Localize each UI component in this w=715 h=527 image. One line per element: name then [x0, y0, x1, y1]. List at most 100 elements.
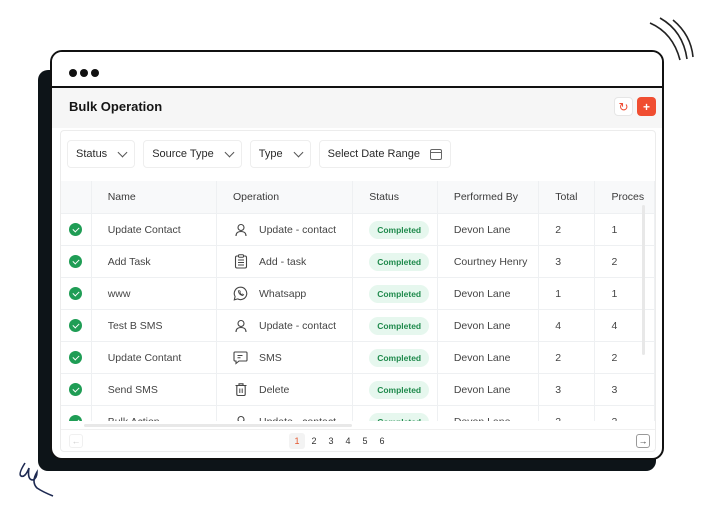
next-page-button[interactable]: → — [636, 434, 650, 448]
table-row[interactable]: Bulk Action Update - contact Completed Devo… — [61, 405, 655, 422]
page-header: Bulk Operation ↻ + — [52, 88, 662, 128]
operation-label: Add - task — [258, 255, 307, 268]
page-title: Bulk Operation — [69, 99, 163, 114]
operation-label: Update - contact — [259, 416, 336, 422]
column-header-status[interactable]: Status — [352, 181, 438, 214]
date-range-label: Select Date Range — [327, 148, 420, 160]
operation-label: Update - contact — [258, 223, 337, 236]
previous-page-button[interactable]: ← — [69, 434, 83, 448]
performed-by-cell: Devon Lane — [437, 341, 540, 374]
table-row[interactable]: Update Contant SMS Completed Devon Lane 2 2 — [61, 341, 655, 374]
total-cell: 4 — [538, 309, 596, 342]
row-status-cell — [61, 245, 92, 278]
chevron-down-icon — [117, 147, 128, 158]
status-badge: Completed — [369, 220, 430, 239]
status-badge: Completed — [369, 412, 430, 421]
filter-bar: Status Source Type Type Select Date Rang… — [67, 140, 451, 168]
processed-cell: 3 — [594, 373, 655, 406]
app-window: Bulk Operation ↻ + Status Source Type Ty… — [50, 50, 664, 460]
name-cell: www — [91, 277, 217, 310]
page-5-button[interactable]: 5 — [357, 433, 373, 449]
total-cell: 1 — [538, 277, 596, 310]
name-cell: Update Contant — [91, 341, 217, 374]
table-row[interactable]: Add Task Add - task Completed Courtney Henr… — [61, 245, 655, 278]
operations-table-container: Name Operation Status Performed By Total… — [61, 181, 655, 421]
status-cell: Completed — [352, 245, 438, 278]
performed-by-cell: Devon Lane — [437, 405, 540, 421]
operation-label: SMS — [258, 351, 282, 364]
arrow-right-icon: → — [638, 436, 648, 446]
operation-cell: Update - contact — [216, 405, 354, 422]
table-row[interactable]: Update Contact Update - contact Completed D… — [61, 213, 655, 246]
plus-icon: + — [642, 99, 650, 114]
user-icon — [233, 222, 249, 238]
status-badge: Completed — [369, 284, 430, 303]
window-dot-icon — [69, 69, 77, 77]
pagination: ← 123456 → — [61, 429, 655, 454]
status-filter-label: Status — [76, 148, 108, 160]
refresh-icon: ↻ — [618, 99, 629, 114]
row-status-cell — [61, 277, 92, 310]
operations-table: Name Operation Status Performed By Total… — [61, 181, 655, 421]
status-badge: Completed — [369, 252, 430, 271]
source-type-filter-label: Source Type — [152, 148, 214, 160]
processed-cell: 2 — [594, 405, 655, 421]
name-cell: Test B SMS — [91, 309, 217, 342]
window-titlebar — [52, 52, 662, 88]
row-status-cell — [61, 405, 92, 421]
page-2-button[interactable]: 2 — [306, 433, 322, 449]
add-button[interactable]: + — [637, 97, 656, 116]
status-badge: Completed — [369, 348, 430, 367]
check-circle-icon — [69, 415, 83, 421]
type-filter[interactable]: Type — [249, 140, 311, 168]
status-filter[interactable]: Status — [67, 140, 136, 168]
page-4-button[interactable]: 4 — [340, 433, 356, 449]
performed-by-cell: Devon Lane — [437, 373, 540, 406]
page-3-button[interactable]: 3 — [323, 433, 339, 449]
row-status-cell — [61, 309, 92, 342]
operation-cell: Whatsapp — [216, 277, 354, 310]
check-circle-icon — [69, 223, 83, 236]
status-cell: Completed — [352, 373, 438, 406]
column-header-performed-by[interactable]: Performed By — [437, 181, 540, 214]
status-badge: Completed — [369, 380, 430, 399]
page-1-button[interactable]: 1 — [289, 433, 305, 449]
user-icon — [233, 414, 249, 421]
operation-label: Update - contact — [258, 319, 337, 332]
horizontal-scrollbar[interactable] — [84, 424, 352, 427]
table-row[interactable]: Test B SMS Update - contact Completed Devon… — [61, 309, 655, 342]
total-cell: 3 — [538, 373, 596, 406]
date-range-picker[interactable]: Select Date Range — [318, 140, 451, 168]
operation-cell: Delete — [216, 373, 354, 406]
chevron-down-icon — [293, 147, 304, 158]
status-cell: Completed — [352, 405, 438, 421]
vertical-scrollbar[interactable] — [642, 205, 645, 355]
column-header-processed[interactable]: Proces — [594, 181, 655, 214]
arrow-left-icon: ← — [71, 436, 81, 446]
calendar-icon — [429, 148, 442, 160]
check-circle-icon — [69, 351, 83, 364]
processed-cell: 2 — [594, 245, 655, 278]
column-header-operation[interactable]: Operation — [216, 181, 354, 214]
check-circle-icon — [69, 255, 83, 268]
operation-cell: Update - contact — [216, 213, 354, 246]
total-cell: 2 — [538, 405, 596, 421]
status-cell: Completed — [352, 277, 438, 310]
total-cell: 3 — [538, 245, 596, 278]
page-6-button[interactable]: 6 — [374, 433, 390, 449]
status-cell: Completed — [352, 309, 438, 342]
status-cell: Completed — [352, 341, 438, 374]
row-status-cell — [61, 341, 92, 374]
name-cell: Send SMS — [91, 373, 217, 406]
source-type-filter[interactable]: Source Type — [143, 140, 242, 168]
status-cell: Completed — [352, 213, 438, 246]
performed-by-cell: Courtney Henry — [437, 245, 540, 278]
column-header-total[interactable]: Total — [538, 181, 596, 214]
performed-by-cell: Devon Lane — [437, 309, 540, 342]
name-cell: Add Task — [91, 245, 217, 278]
table-row[interactable]: Send SMS Delete Completed Devon Lane 3 3 — [61, 373, 655, 406]
refresh-button[interactable]: ↻ — [614, 97, 633, 116]
total-cell: 2 — [538, 213, 596, 246]
column-header-name[interactable]: Name — [91, 181, 217, 214]
table-row[interactable]: www Whatsapp Completed Devon Lane 1 1 — [61, 277, 655, 310]
